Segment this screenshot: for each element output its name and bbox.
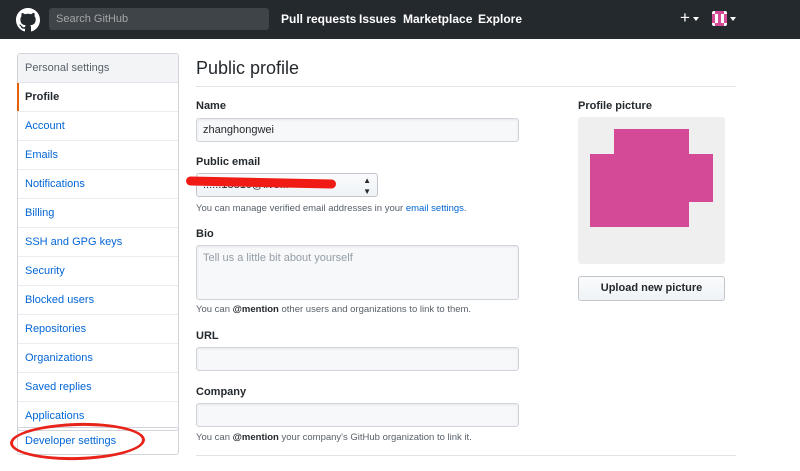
- menu-item-emails[interactable]: Emails: [18, 141, 178, 170]
- menu-item-ssh-gpg-keys[interactable]: SSH and GPG keys: [18, 228, 178, 257]
- nav-marketplace[interactable]: Marketplace: [403, 12, 472, 26]
- public-email-label: Public email: [196, 156, 261, 168]
- search-input[interactable]: [49, 8, 269, 30]
- profile-picture: [578, 117, 725, 264]
- menu-item-billing[interactable]: Billing: [18, 199, 178, 228]
- select-arrows-icon: ▲ ▼: [363, 176, 371, 196]
- top-header: Pull requests Issues Marketplace Explore…: [0, 0, 800, 39]
- bio-label: Bio: [196, 228, 214, 240]
- identicon-block: [689, 154, 713, 202]
- menu-item-notifications[interactable]: Notifications: [18, 170, 178, 199]
- menu-item-blocked-users[interactable]: Blocked users: [18, 286, 178, 315]
- divider: [196, 86, 736, 87]
- email-settings-link[interactable]: email settings: [406, 203, 464, 214]
- menu-item-repositories[interactable]: Repositories: [18, 315, 178, 344]
- url-field[interactable]: [196, 347, 519, 371]
- identicon-block: [614, 202, 689, 227]
- identicon-icon: [712, 11, 727, 26]
- email-note: You can manage verified email addresses …: [196, 203, 467, 214]
- page-title: Public profile: [196, 58, 300, 78]
- identicon-block: [590, 154, 614, 227]
- company-field[interactable]: [196, 403, 519, 427]
- nav-pull-requests[interactable]: Pull requests: [281, 12, 356, 26]
- name-label: Name: [196, 100, 226, 112]
- menu-item-applications[interactable]: Applications: [18, 402, 178, 430]
- upload-picture-button[interactable]: Upload new picture: [578, 276, 725, 301]
- profile-picture-label: Profile picture: [578, 100, 652, 112]
- bio-note: You can @mention other users and organiz…: [196, 304, 472, 315]
- github-logo-icon[interactable]: [16, 8, 40, 32]
- menu-item-saved-replies[interactable]: Saved replies: [18, 373, 178, 402]
- menu-item-developer-settings[interactable]: Developer settings: [18, 428, 178, 454]
- name-field[interactable]: [196, 118, 519, 142]
- chevron-down-icon[interactable]: [693, 17, 699, 21]
- menu-heading: Personal settings: [18, 54, 178, 83]
- company-label: Company: [196, 386, 247, 398]
- divider: [196, 455, 736, 456]
- developer-menu: Developer settings: [17, 427, 179, 455]
- avatar[interactable]: [712, 11, 727, 26]
- company-note: You can @mention your company's GitHub o…: [196, 432, 472, 443]
- menu-item-organizations[interactable]: Organizations: [18, 344, 178, 373]
- bio-field[interactable]: [196, 245, 519, 300]
- menu-item-account[interactable]: Account: [18, 112, 178, 141]
- settings-menu: Personal settings Profile Account Emails…: [17, 53, 179, 431]
- menu-item-security[interactable]: Security: [18, 257, 178, 286]
- chevron-down-icon[interactable]: [730, 17, 736, 21]
- menu-item-profile[interactable]: Profile: [17, 83, 178, 112]
- nav-issues[interactable]: Issues: [359, 12, 396, 26]
- plus-icon[interactable]: +: [680, 8, 690, 28]
- url-label: URL: [196, 330, 219, 342]
- nav-explore[interactable]: Explore: [478, 12, 522, 26]
